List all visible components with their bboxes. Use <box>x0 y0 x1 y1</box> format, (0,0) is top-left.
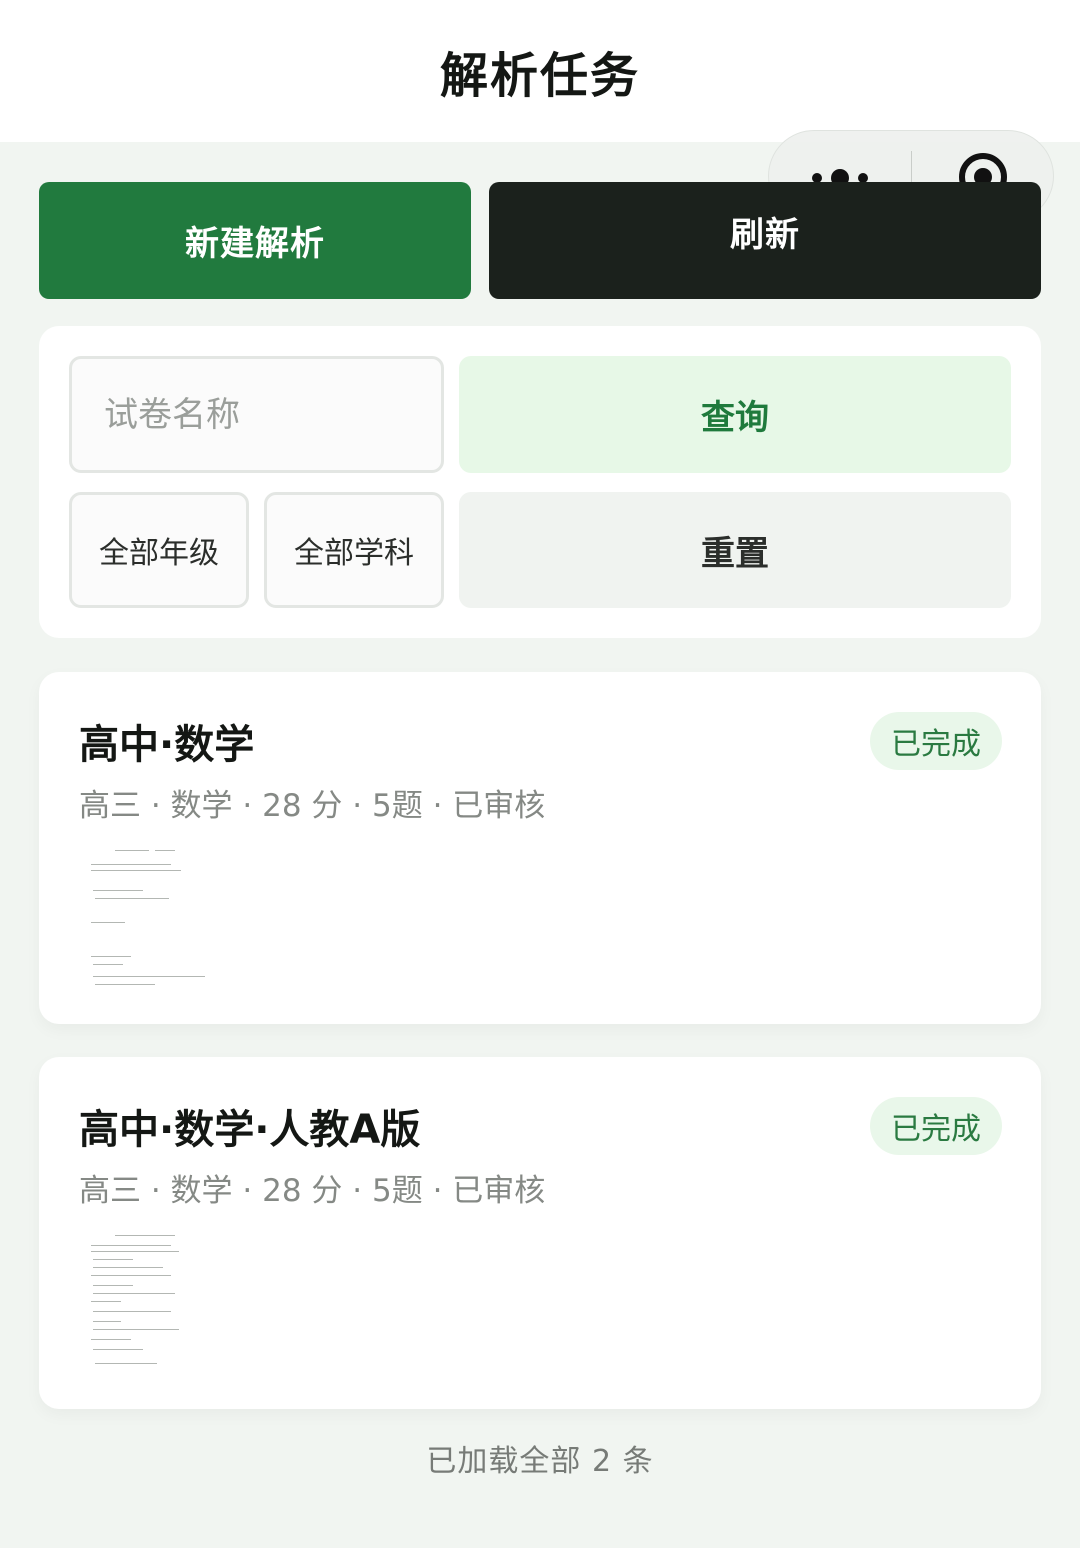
filter-panel: 全部年级 全部学科 查询 重置 <box>39 326 1041 638</box>
grade-select[interactable]: 全部年级 <box>69 492 249 608</box>
task-meta: 高三 · 数学 · 28 分 · 5题 · 已审核 <box>79 1173 546 1209</box>
task-meta: 高三 · 数学 · 28 分 · 5题 · 已审核 <box>79 788 546 824</box>
query-button[interactable]: 查询 <box>459 356 1011 473</box>
load-status-text: 已加载全部 2 条 <box>426 1444 654 1479</box>
task-title: 高中·数学·人教A版 <box>79 1107 421 1153</box>
paper-thumbnail <box>85 1229 215 1379</box>
paper-name-search-input[interactable] <box>69 356 444 473</box>
status-badge: 已完成 <box>870 1097 1002 1155</box>
task-card[interactable]: 高中·数学 高三 · 数学 · 28 分 · 5题 · 已审核 已完成 <box>39 672 1041 1024</box>
status-badge: 已完成 <box>870 712 1002 770</box>
reset-button[interactable]: 重置 <box>459 492 1011 608</box>
task-card[interactable]: 高中·数学·人教A版 高三 · 数学 · 28 分 · 5题 · 已审核 已完成 <box>39 1057 1041 1409</box>
paper-thumbnail <box>85 844 215 994</box>
refresh-button[interactable]: 刷新 <box>489 182 1041 299</box>
subject-select[interactable]: 全部学科 <box>264 492 444 608</box>
page-title: 解析任务 <box>439 48 640 104</box>
top-bar: 解析任务 <box>0 0 1080 142</box>
task-title: 高中·数学 <box>79 722 255 768</box>
new-analysis-button[interactable]: 新建解析 <box>39 182 471 299</box>
